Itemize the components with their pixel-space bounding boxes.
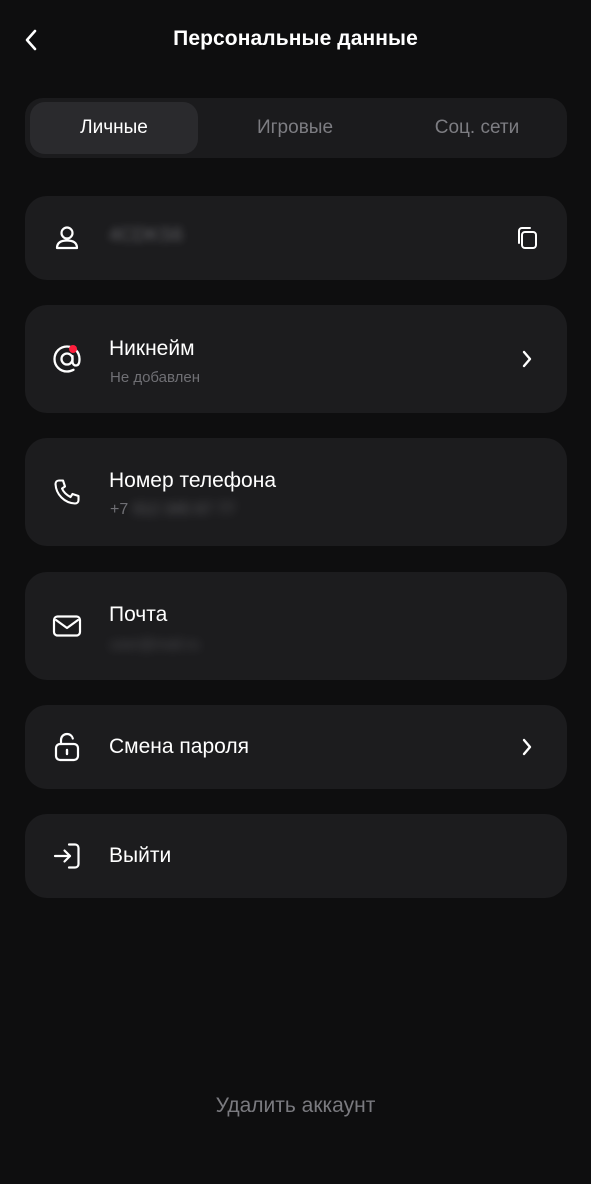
change-password-title: Смена пароля xyxy=(109,735,249,758)
chevron-right-icon xyxy=(515,347,539,371)
logout-title: Выйти xyxy=(109,844,172,867)
email-subtitle: user@mail.ru xyxy=(110,636,199,653)
tab-personal[interactable]: Личные xyxy=(30,102,198,154)
mail-icon xyxy=(49,608,85,644)
tab-gaming[interactable]: Игровые xyxy=(205,102,385,154)
page-title: Персональные данные xyxy=(173,27,418,50)
chevron-right-icon xyxy=(515,735,539,759)
phone-card[interactable]: Номер телефона +7 912 345 67 77 xyxy=(25,438,567,546)
change-password-card[interactable]: Смена пароля xyxy=(25,705,567,789)
email-blurred: user@mail.ru xyxy=(110,636,200,653)
delete-account-button[interactable]: Удалить аккаунт xyxy=(0,1094,591,1118)
tab-bar: Личные Игровые Соц. сети xyxy=(25,98,567,158)
copy-icon xyxy=(518,227,537,249)
phone-title: Номер телефона xyxy=(109,469,277,492)
nickname-title: Никнейм xyxy=(109,337,195,360)
nickname-card[interactable]: Никнейм Не добавлен xyxy=(25,305,567,413)
sign-in-icon xyxy=(49,838,85,874)
logout-card[interactable]: Выйти xyxy=(25,814,567,898)
user-id-value: 4CDKS6 xyxy=(109,225,183,247)
phone-icon xyxy=(49,474,85,510)
phone-subtitle: +7 912 345 67 77 xyxy=(110,501,235,519)
user-id-card[interactable]: 4CDKS6 xyxy=(25,196,567,280)
unlock-icon xyxy=(49,729,85,765)
header: Персональные данные xyxy=(0,0,591,84)
notification-dot xyxy=(69,345,77,353)
phone-prefix: +7 xyxy=(110,501,129,518)
phone-number-blurred: 912 345 67 77 xyxy=(132,501,236,518)
tab-social[interactable]: Соц. сети xyxy=(391,102,563,154)
copy-button[interactable] xyxy=(513,224,541,252)
email-card[interactable]: Почта user@mail.ru xyxy=(25,572,567,680)
nickname-subtitle: Не добавлен xyxy=(110,369,201,386)
user-icon xyxy=(49,220,85,256)
at-sign-icon xyxy=(49,341,85,377)
user-id-blurred: 4CDKS6 xyxy=(109,225,183,246)
email-title: Почта xyxy=(109,603,168,626)
